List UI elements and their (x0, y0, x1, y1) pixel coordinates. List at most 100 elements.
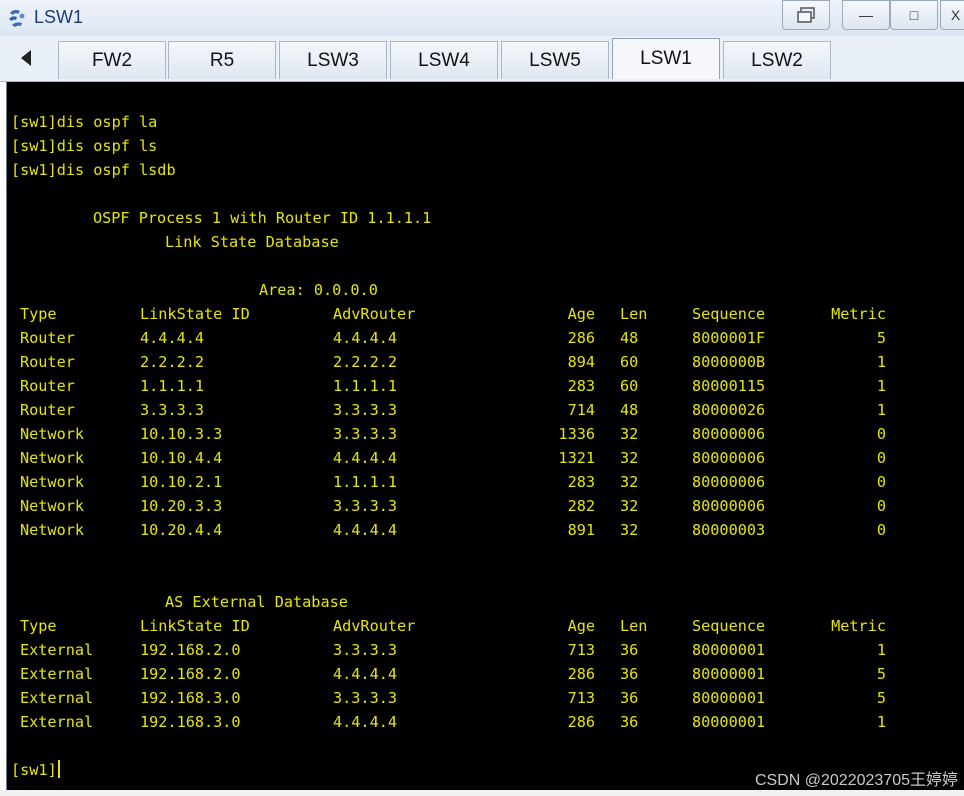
area-row-age: 1336 (558, 425, 595, 443)
area-header-age: Age (567, 305, 595, 323)
external-row-age: 286 (567, 713, 595, 731)
area-row-metric: 0 (876, 425, 886, 443)
tab-lsw5[interactable]: LSW5 (501, 41, 609, 79)
maximize-button[interactable]: □ (890, 0, 938, 30)
close-button[interactable]: X (940, 0, 964, 30)
external-db-title: AS External Database (165, 593, 348, 611)
area-row-adv-router: 3.3.3.3 (333, 497, 398, 515)
external-row-metric: 1 (876, 641, 886, 659)
area-row-len: 60 (620, 353, 639, 371)
external-header-len: Len (620, 617, 648, 635)
tab-label: LSW3 (307, 49, 359, 71)
tab-lsw3[interactable]: LSW3 (279, 41, 387, 79)
tab-label: FW2 (91, 49, 133, 71)
minimize-icon: — (859, 7, 873, 23)
external-row-sequence: 80000001 (692, 641, 766, 659)
area-row-adv-router: 4.4.4.4 (333, 449, 398, 467)
area-row-len: 48 (620, 329, 639, 347)
area-row-type: Network (20, 497, 85, 515)
tab-fw2[interactable]: FW2 (58, 41, 166, 79)
prompt-text: [sw1] (11, 761, 57, 779)
external-row-len: 36 (620, 689, 639, 707)
external-header-sequence: Sequence (692, 617, 766, 635)
area-row-linkstate-id: 1.1.1.1 (140, 377, 205, 395)
external-row-adv-router: 4.4.4.4 (333, 665, 398, 683)
external-row-age: 286 (567, 665, 595, 683)
restore-button[interactable] (782, 0, 830, 30)
external-row-sequence: 80000001 (692, 713, 766, 731)
external-row-linkstate-id: 192.168.2.0 (140, 665, 241, 683)
area-row-age: 1321 (558, 449, 595, 467)
tab-lsw4[interactable]: LSW4 (390, 41, 498, 79)
app-logo-icon (9, 9, 25, 27)
tab-label: LSW1 (640, 48, 692, 69)
area-row-linkstate-id: 10.20.3.3 (140, 497, 223, 515)
area-row-sequence: 80000006 (692, 497, 766, 515)
external-header-age: Age (567, 617, 595, 635)
area-line: Area: 0.0.0.0 (259, 281, 378, 299)
area-row-len: 48 (620, 401, 639, 419)
area-row-metric: 1 (876, 353, 886, 371)
area-header-adv-router: AdvRouter (333, 305, 416, 323)
minimize-button[interactable]: — (842, 0, 890, 30)
area-row-sequence: 80000115 (692, 377, 766, 395)
restore-icon (797, 7, 815, 23)
area-row-age: 714 (567, 401, 595, 419)
area-row-linkstate-id: 10.20.4.4 (140, 521, 223, 539)
area-row-adv-router: 4.4.4.4 (333, 521, 398, 539)
lsdb-title: Link State Database (165, 233, 339, 251)
area-row-len: 32 (620, 449, 639, 467)
device-tab-bar: FW2 R5 LSW3 LSW4 LSW5 LSW1 LSW2 (0, 36, 964, 82)
area-row-linkstate-id: 3.3.3.3 (140, 401, 205, 419)
area-row-metric: 1 (876, 377, 886, 395)
area-row-len: 60 (620, 377, 639, 395)
external-row-adv-router: 4.4.4.4 (333, 713, 398, 731)
command-line: [sw1]dis ospf la (11, 113, 158, 131)
external-row-metric: 1 (876, 713, 886, 731)
area-row-type: Network (20, 449, 85, 467)
area-header-sequence: Sequence (692, 305, 766, 323)
external-row-age: 713 (567, 641, 595, 659)
area-row-sequence: 80000003 (692, 521, 766, 539)
area-row-sequence: 80000006 (692, 449, 766, 467)
area-row-adv-router: 1.1.1.1 (333, 473, 398, 491)
area-row-len: 32 (620, 425, 639, 443)
area-row-sequence: 8000000B (692, 353, 766, 371)
area-row-metric: 5 (876, 329, 886, 347)
external-row-adv-router: 3.3.3.3 (333, 689, 398, 707)
area-row-adv-router: 3.3.3.3 (333, 401, 398, 419)
area-row-type: Network (20, 521, 85, 539)
tab-label: LSW2 (751, 49, 803, 71)
area-row-age: 282 (567, 497, 595, 515)
external-row-type: External (20, 689, 94, 707)
external-row-len: 36 (620, 665, 639, 683)
area-row-adv-router: 1.1.1.1 (333, 377, 398, 395)
tab-label: LSW5 (529, 49, 581, 71)
area-row-age: 286 (567, 329, 595, 347)
area-row-adv-router: 3.3.3.3 (333, 425, 398, 443)
area-row-adv-router: 2.2.2.2 (333, 353, 398, 371)
maximize-icon: □ (909, 7, 919, 23)
area-row-metric: 0 (876, 473, 886, 491)
external-row-age: 713 (567, 689, 595, 707)
tab-r5[interactable]: R5 (168, 41, 276, 79)
area-row-sequence: 8000001F (692, 329, 766, 347)
command-prompt[interactable]: [sw1] (11, 758, 60, 782)
area-row-linkstate-id: 4.4.4.4 (140, 329, 205, 347)
external-row-type: External (20, 665, 94, 683)
area-row-len: 32 (620, 521, 639, 539)
tab-lsw2[interactable]: LSW2 (723, 41, 831, 79)
bottom-status-strip (0, 790, 964, 796)
external-row-type: External (20, 713, 94, 731)
area-row-metric: 1 (876, 401, 886, 419)
external-row-linkstate-id: 192.168.3.0 (140, 713, 241, 731)
area-row-linkstate-id: 10.10.2.1 (140, 473, 223, 491)
tab-lsw1[interactable]: LSW1 (612, 38, 720, 79)
external-row-adv-router: 3.3.3.3 (333, 641, 398, 659)
terminal-console[interactable]: [sw1]dis ospf la [sw1]dis ospf ls [sw1]d… (6, 82, 964, 790)
external-row-linkstate-id: 192.168.3.0 (140, 689, 241, 707)
area-row-linkstate-id: 2.2.2.2 (140, 353, 205, 371)
tab-scroll-left-button[interactable] (6, 40, 46, 76)
area-row-type: Router (20, 401, 75, 419)
external-header-type: Type (20, 617, 57, 635)
